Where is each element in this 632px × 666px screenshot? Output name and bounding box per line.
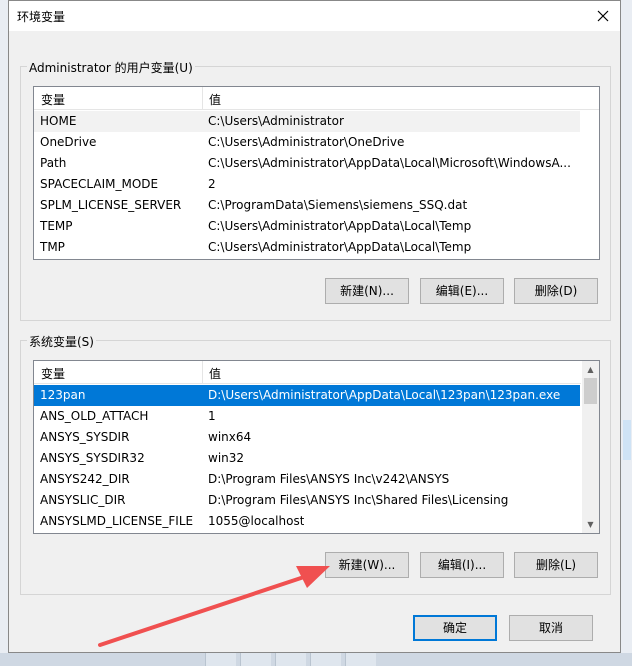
taskbar-strip <box>0 653 632 666</box>
var-name: SPACECLAIM_MODE <box>40 177 159 191</box>
var-value: 1055@localhost <box>208 514 305 528</box>
var-value: C:\Users\Administrator <box>208 114 344 128</box>
column-header-variable[interactable]: 变量 <box>41 91 65 108</box>
user-variables-label: Administrator 的用户变量(U) <box>27 59 195 76</box>
system-var-row[interactable]: ANS_OLD_ATTACH 1 <box>34 406 580 427</box>
column-header-value[interactable]: 值 <box>209 91 221 108</box>
var-value: D:\Program Files\ANSYS Inc\v242\ANSYS <box>208 472 450 486</box>
var-value: D:\Program Files\ANSYS Inc\Shared Files\… <box>208 493 509 507</box>
column-header-value[interactable]: 值 <box>209 365 221 382</box>
scroll-thumb[interactable] <box>584 378 597 404</box>
user-edit-button[interactable]: 编辑(E)... <box>420 278 504 304</box>
user-delete-button[interactable]: 删除(D) <box>514 278 598 304</box>
dialog-title: 环境变量 <box>17 10 66 24</box>
system-edit-button[interactable]: 编辑(I)... <box>420 552 504 578</box>
scroll-up-icon[interactable]: ▲ <box>582 361 599 378</box>
user-new-button[interactable]: 新建(N)... <box>325 278 409 304</box>
var-value: C:\Users\Administrator\OneDrive <box>208 135 405 149</box>
user-var-row[interactable]: Path C:\Users\Administrator\AppData\Loca… <box>34 153 580 174</box>
system-var-row-selected[interactable]: 123pan D:\Users\Administrator\AppData\Lo… <box>34 385 580 406</box>
var-value: C:\Users\Administrator\AppData\Local\Tem… <box>208 219 472 233</box>
system-variables-list[interactable]: 变量 值 123pan D:\Users\Administrator\AppDa… <box>33 360 600 534</box>
var-name: SPLM_LICENSE_SERVER <box>40 198 182 212</box>
ok-button[interactable]: 确定 <box>413 615 497 641</box>
system-var-row[interactable]: ANSYS_SYSDIR winx64 <box>34 427 580 448</box>
scroll-down-icon[interactable]: ▼ <box>582 516 599 533</box>
user-list-header: 变量 值 <box>34 87 599 110</box>
cancel-button[interactable]: 取消 <box>509 615 593 641</box>
var-name: TEMP <box>40 219 73 233</box>
var-value: winx64 <box>208 430 252 444</box>
system-list-header: 变量 值 <box>34 361 581 384</box>
system-delete-button[interactable]: 删除(L) <box>514 552 598 578</box>
system-new-button[interactable]: 新建(W)... <box>325 552 409 578</box>
var-value: D:\Users\Administrator\AppData\Local\123… <box>208 388 561 402</box>
close-icon <box>597 10 609 22</box>
user-var-row[interactable]: HOME C:\Users\Administrator <box>34 111 580 132</box>
desktop-background-right <box>621 0 632 666</box>
user-var-row[interactable]: TMP C:\Users\Administrator\AppData\Local… <box>34 237 580 258</box>
var-name: ANSYSLIC_DIR <box>40 493 126 507</box>
var-name: ANSYS242_DIR <box>40 472 130 486</box>
var-value: C:\Users\Administrator\AppData\Local\Tem… <box>208 240 472 254</box>
var-value: 1 <box>208 409 216 423</box>
user-var-row[interactable]: OneDrive C:\Users\Administrator\OneDrive <box>34 132 580 153</box>
user-var-row[interactable]: SPACECLAIM_MODE 2 <box>34 174 580 195</box>
var-name: ANSYSLMD_LICENSE_FILE <box>40 514 194 528</box>
var-name: ANSYS_SYSDIR <box>40 430 130 444</box>
var-value: 2 <box>208 177 216 191</box>
var-value: C:\Users\Administrator\AppData\Local\Mic… <box>208 156 571 170</box>
system-var-row[interactable]: ANSYSLIC_DIR D:\Program Files\ANSYS Inc\… <box>34 490 580 511</box>
user-var-row[interactable]: TEMP C:\Users\Administrator\AppData\Loca… <box>34 216 580 237</box>
var-name: HOME <box>40 114 77 128</box>
var-name: 123pan <box>40 388 86 402</box>
system-var-row[interactable]: ANSYS242_DIR D:\Program Files\ANSYS Inc\… <box>34 469 580 490</box>
title-bar: 环境变量 <box>9 1 620 31</box>
user-var-row[interactable]: SPLM_LICENSE_SERVER C:\ProgramData\Sieme… <box>34 195 580 216</box>
var-name: ANSYS_SYSDIR32 <box>40 451 145 465</box>
var-name: TMP <box>40 240 65 254</box>
close-button[interactable] <box>592 5 614 27</box>
var-name: Path <box>40 156 67 170</box>
system-var-row[interactable]: ANSYS_SYSDIR32 win32 <box>34 448 580 469</box>
environment-variables-dialog: 环境变量 Administrator 的用户变量(U) 变量 值 HOME C:… <box>8 0 621 653</box>
system-var-row[interactable]: ANSYSLMD_LICENSE_FILE 1055@localhost <box>34 511 580 532</box>
system-list-scrollbar[interactable]: ▲ ▼ <box>582 361 599 533</box>
var-name: ANS_OLD_ATTACH <box>40 409 149 423</box>
var-value: C:\ProgramData\Siemens\siemens_SSQ.dat <box>208 198 468 212</box>
var-name: OneDrive <box>40 135 97 149</box>
var-value: win32 <box>208 451 245 465</box>
system-variables-label: 系统变量(S) <box>27 333 96 350</box>
column-header-variable[interactable]: 变量 <box>41 365 65 382</box>
user-variables-list[interactable]: 变量 值 HOME C:\Users\Administrator OneDriv… <box>33 86 600 260</box>
